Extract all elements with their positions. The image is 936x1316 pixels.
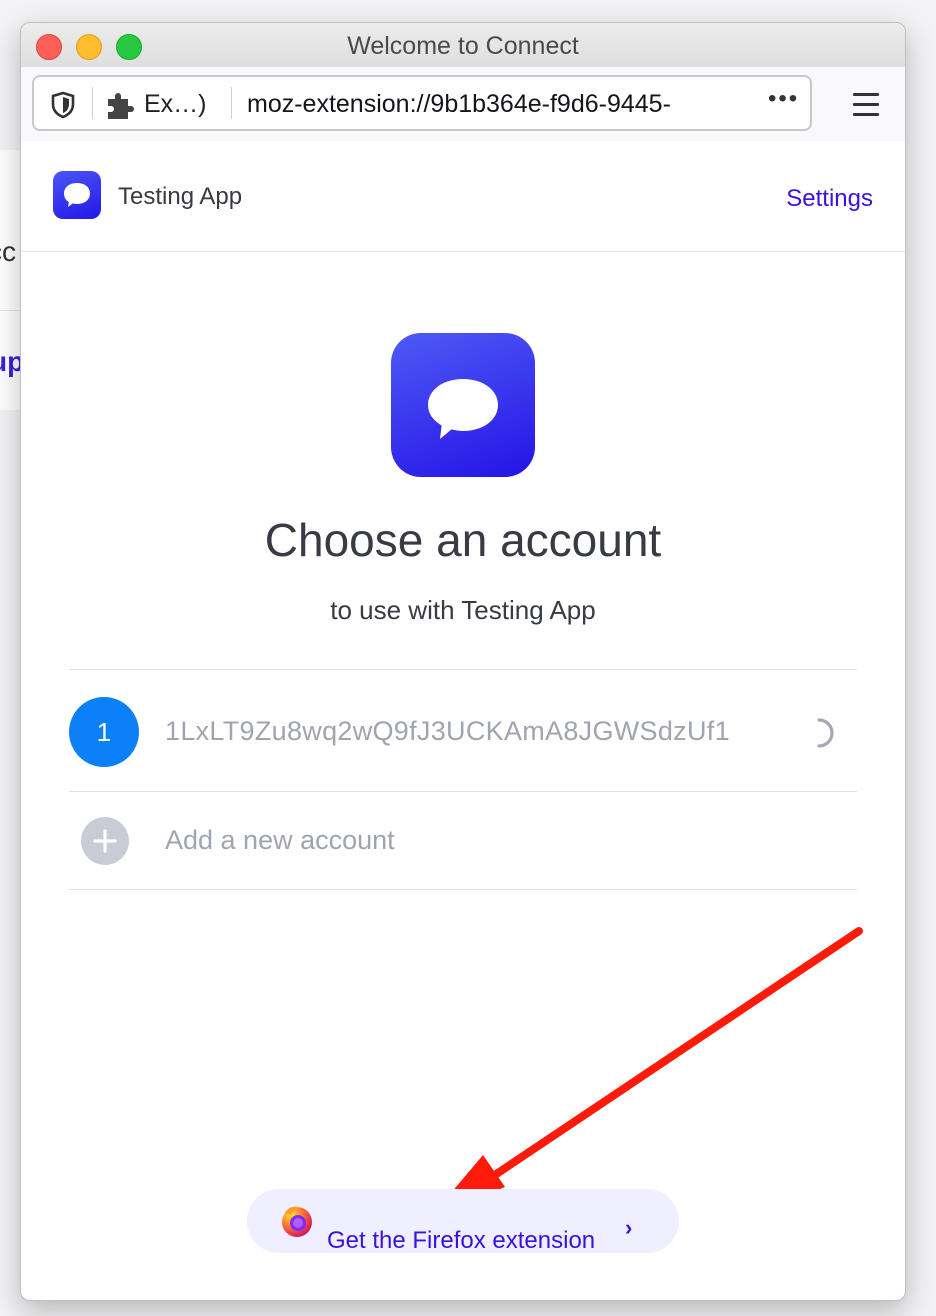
account-item[interactable]: 1 1LxLT9Zu8wq2wQ9fJ3UCKAmA8JGWSdzUf1 [69, 683, 857, 783]
plus-icon [81, 817, 129, 865]
list-divider [69, 889, 857, 890]
puzzle-icon[interactable] [104, 89, 136, 126]
url-text[interactable]: moz-extension://9b1b364e-f9d6-9445- [247, 90, 671, 119]
spinner-icon [803, 717, 835, 754]
window-title: Welcome to Connect [347, 32, 579, 60]
chevron-right-icon: › [625, 1215, 633, 1240]
annotation-arrow-icon [429, 927, 863, 1219]
firefox-extension-label: Get the Firefox extension [327, 1227, 596, 1254]
account-address: 1LxLT9Zu8wq2wQ9fJ3UCKAmA8JGWSdzUf1 [165, 716, 730, 746]
background-text: cc [0, 236, 16, 267]
list-divider [69, 791, 857, 792]
settings-link[interactable]: Settings [786, 185, 873, 213]
title-bar[interactable]: Welcome to Connect [21, 23, 905, 68]
list-divider [69, 669, 857, 670]
avatar: 1 [69, 697, 139, 767]
page-subtitle: to use with Testing App [330, 595, 596, 625]
app-logo-icon [53, 171, 101, 219]
add-account-button[interactable]: Add a new account [69, 793, 857, 893]
firefox-extension-button[interactable]: Get the Firefox extension › [247, 1189, 679, 1254]
menu-icon[interactable] [853, 93, 879, 123]
shield-icon[interactable] [50, 91, 76, 124]
page-actions-icon[interactable]: ••• [768, 85, 799, 113]
app-logo-large-icon [391, 333, 535, 477]
firefox-icon [279, 1203, 315, 1244]
browser-window: Welcome to Connect Ex…) moz-extension://… [20, 22, 906, 1301]
url-separator [231, 87, 232, 119]
url-bar[interactable]: Ex…) moz-extension://9b1b364e-f9d6-9445-… [32, 75, 812, 131]
app-name: Testing App [118, 183, 243, 210]
toolbar: Ex…) moz-extension://9b1b364e-f9d6-9445-… [21, 67, 905, 142]
page-title: Choose an account [264, 514, 662, 566]
add-account-label: Add a new account [165, 825, 395, 855]
extension-label[interactable]: Ex…) [144, 90, 207, 119]
app-header: Testing App Settings [21, 141, 905, 252]
url-separator [92, 87, 93, 119]
